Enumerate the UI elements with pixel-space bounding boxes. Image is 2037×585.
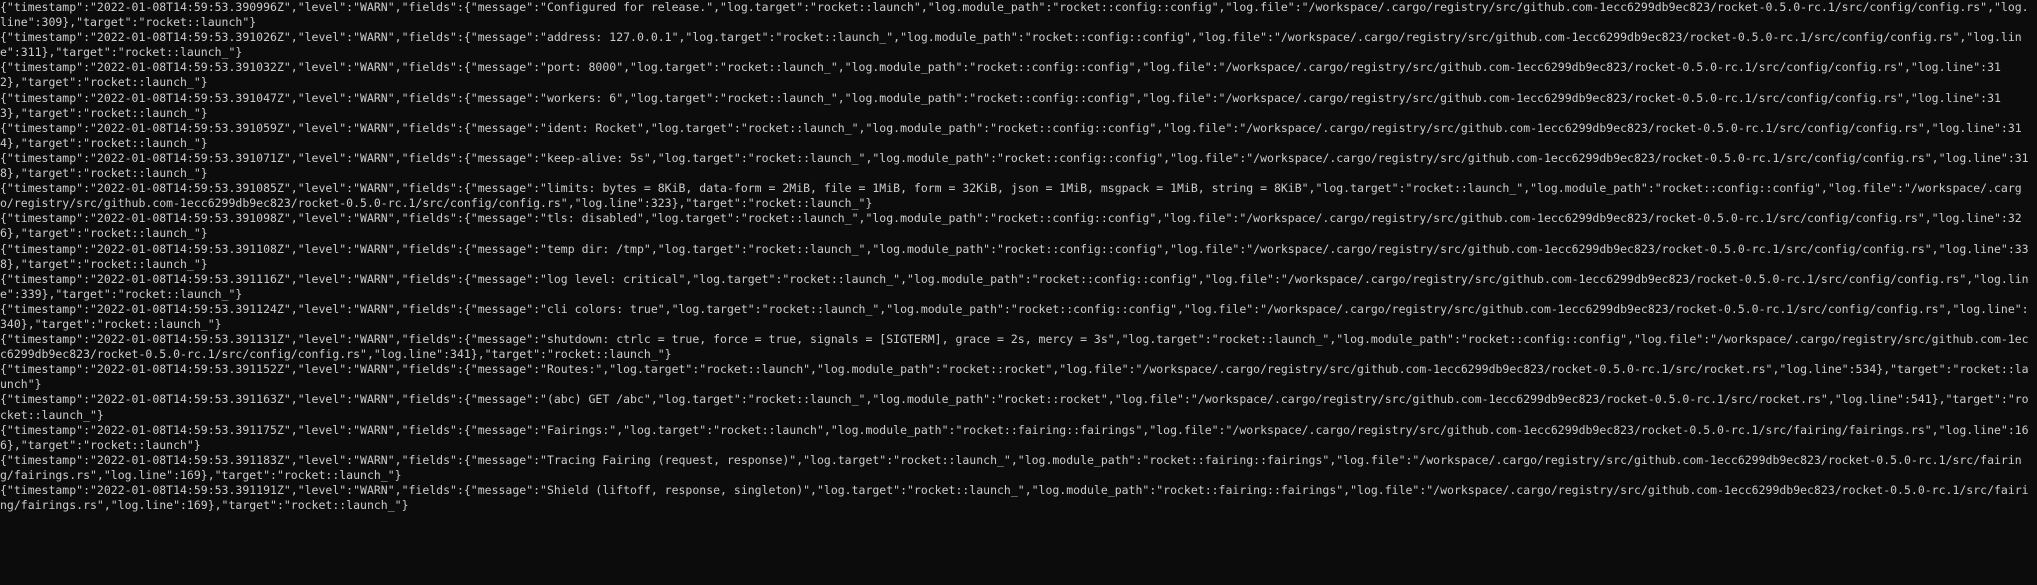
terminal-window[interactable]: {"timestamp":"2022-01-08T14:59:53.390996… — [0, 0, 2037, 585]
log-line: {"timestamp":"2022-01-08T14:59:53.391059… — [0, 120, 2022, 150]
log-line: {"timestamp":"2022-01-08T14:59:53.391131… — [0, 332, 2029, 362]
log-line: {"timestamp":"2022-01-08T14:59:53.391163… — [0, 392, 2029, 422]
log-line: {"timestamp":"2022-01-08T14:59:53.391183… — [0, 452, 2022, 482]
log-line: {"timestamp":"2022-01-08T14:59:53.391026… — [0, 30, 2022, 60]
log-output: {"timestamp":"2022-01-08T14:59:53.390996… — [0, 0, 2037, 513]
log-line: {"timestamp":"2022-01-08T14:59:53.391124… — [0, 301, 2029, 331]
log-line: {"timestamp":"2022-01-08T14:59:53.391032… — [0, 60, 2001, 90]
log-line: {"timestamp":"2022-01-08T14:59:53.391191… — [0, 483, 2029, 513]
log-line: {"timestamp":"2022-01-08T14:59:53.391098… — [0, 211, 2022, 241]
log-line: {"timestamp":"2022-01-08T14:59:53.391071… — [0, 150, 2029, 181]
log-line: {"timestamp":"2022-01-08T14:59:53.391085… — [0, 181, 2022, 211]
log-line: {"timestamp":"2022-01-08T14:59:53.391047… — [0, 90, 2001, 120]
log-line: {"timestamp":"2022-01-08T14:59:53.391108… — [0, 241, 2029, 271]
log-line: {"timestamp":"2022-01-08T14:59:53.391152… — [0, 362, 2029, 392]
log-line: {"timestamp":"2022-01-08T14:59:53.391175… — [0, 422, 2029, 452]
log-line: {"timestamp":"2022-01-08T14:59:53.390996… — [0, 0, 2029, 30]
log-line: {"timestamp":"2022-01-08T14:59:53.391116… — [0, 271, 2029, 301]
